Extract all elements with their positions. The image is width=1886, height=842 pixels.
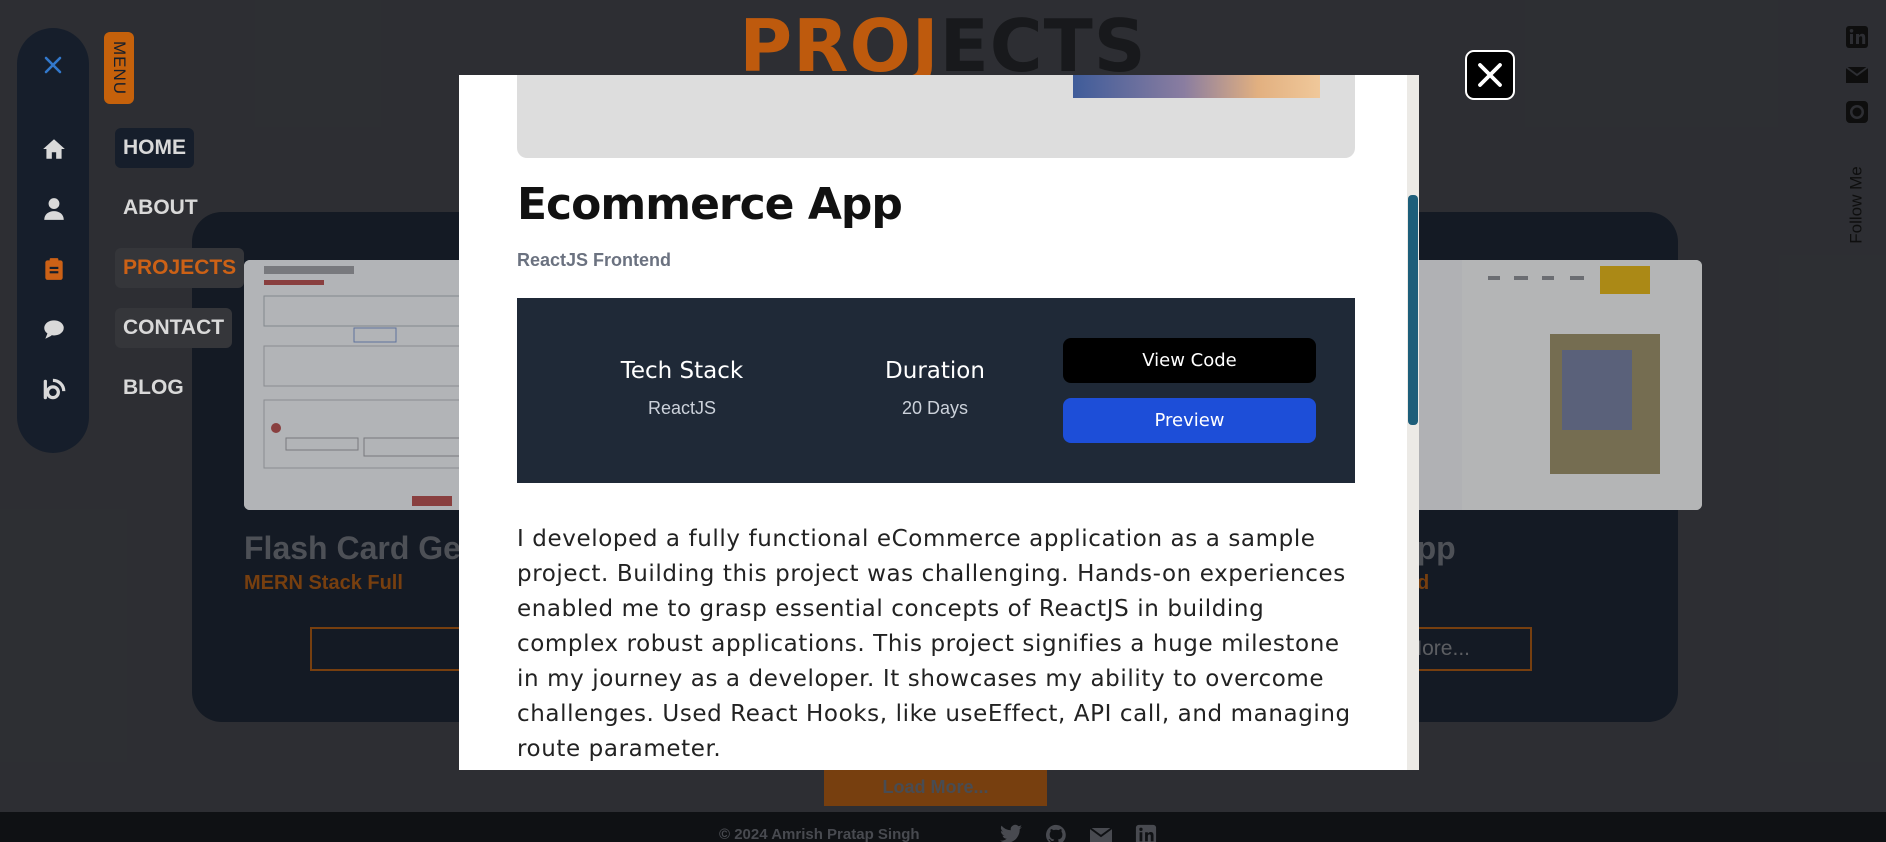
modal-title: Ecommerce App (517, 179, 903, 230)
project-image (517, 75, 1355, 158)
tech-stack-stat: Tech Stack ReactJS (582, 358, 782, 419)
duration-stat: Duration 20 Days (835, 358, 1035, 419)
tech-stack-label: Tech Stack (620, 358, 744, 384)
preview-button[interactable]: Preview (1063, 398, 1316, 443)
project-description: I developed a fully functional eCommerce… (517, 526, 1351, 762)
modal-scrollbar-thumb[interactable] (1408, 195, 1418, 425)
project-info-panel: Tech Stack ReactJS Duration 20 Days View… (517, 298, 1355, 483)
duration-label: Duration (885, 358, 985, 384)
modal-subtitle: ReactJS Frontend (517, 250, 672, 270)
close-modal-button[interactable] (1465, 50, 1515, 100)
close-icon (1478, 63, 1502, 87)
view-code-button[interactable]: View Code (1063, 338, 1316, 383)
duration-value: 20 Days (901, 398, 969, 418)
project-modal: Ecommerce App ReactJS Frontend Tech Stac… (459, 75, 1419, 770)
project-image-preview (1073, 75, 1320, 98)
tech-stack-value: ReactJS (647, 398, 717, 418)
